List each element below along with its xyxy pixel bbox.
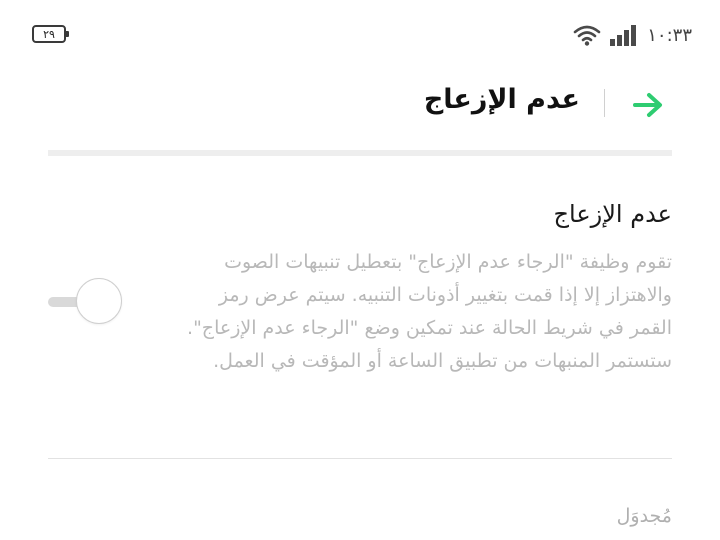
- cellular-signal-icon: [609, 24, 639, 46]
- header-divider: [604, 89, 605, 117]
- status-time: ١٠:٣٣: [647, 24, 692, 46]
- battery-level: ٢٩: [43, 27, 55, 41]
- dnd-toggle[interactable]: [48, 278, 126, 326]
- schedule-label[interactable]: مُجدوَل: [617, 505, 672, 527]
- page-title: عدم الإزعاج: [423, 84, 580, 115]
- battery-icon: ٢٩: [32, 25, 69, 43]
- wifi-icon: [573, 24, 601, 46]
- status-right-group: ١٠:٣٣: [573, 22, 692, 48]
- toggle-thumb: [76, 278, 122, 324]
- header-separator: [48, 150, 672, 156]
- back-button[interactable]: [628, 88, 668, 122]
- section-divider: [48, 458, 672, 459]
- app-header: عدم الإزعاج: [0, 76, 720, 132]
- status-bar: ٢٩ ١٠:٣٣: [0, 0, 720, 72]
- arrow-right-icon: [633, 93, 662, 117]
- setting-title: عدم الإزعاج: [553, 200, 672, 228]
- setting-description: تقوم وظيفة "الرجاء عدم الإزعاج" بتعطيل ت…: [187, 251, 672, 372]
